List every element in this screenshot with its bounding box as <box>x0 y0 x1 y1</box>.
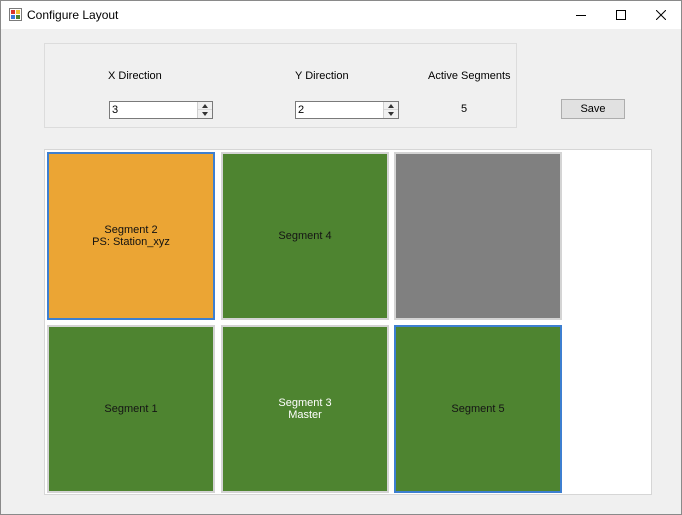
y-direction-decrement-button[interactable] <box>384 110 398 118</box>
x-direction-input[interactable] <box>111 102 196 118</box>
window-title: Configure Layout <box>27 8 119 22</box>
maximize-icon <box>616 10 626 20</box>
layout-app-icon <box>9 8 22 21</box>
arrow-down-icon <box>202 112 208 116</box>
segment-title: Segment 2 <box>104 224 158 236</box>
segment-subtitle: Master <box>288 409 322 421</box>
active-segments-value: 5 <box>461 103 468 115</box>
segment-tile[interactable]: Segment 1 <box>47 325 215 493</box>
y-direction-label: Y Direction <box>295 70 349 82</box>
x-direction-stepper[interactable] <box>109 101 213 119</box>
y-direction-input[interactable] <box>297 102 382 118</box>
segment-grid-panel: Segment 2 PS: Station_xyz Segment 4 Segm… <box>44 149 652 495</box>
y-direction-spin-buttons <box>383 102 398 118</box>
active-segments-label: Active Segments <box>428 70 511 82</box>
configure-layout-window: Configure Layout X Direction 3 Y Directi… <box>0 0 682 515</box>
minimize-icon <box>576 15 586 16</box>
arrow-down-icon <box>388 112 394 116</box>
maximize-button[interactable] <box>601 1 641 29</box>
segment-tile[interactable]: Segment 4 <box>221 152 389 320</box>
arrow-up-icon <box>388 103 394 108</box>
y-direction-increment-button[interactable] <box>384 102 398 110</box>
close-button[interactable] <box>641 1 681 29</box>
x-direction-increment-button[interactable] <box>198 102 212 110</box>
title-bar[interactable]: Configure Layout <box>1 1 681 29</box>
y-direction-stepper[interactable] <box>295 101 399 119</box>
segment-subtitle: PS: Station_xyz <box>92 236 170 248</box>
empty-segment-tile[interactable] <box>394 152 562 320</box>
segment-title: Segment 3 <box>278 397 332 409</box>
segment-title: Segment 1 <box>104 403 158 415</box>
segment-tile[interactable]: Segment 5 <box>394 325 562 493</box>
segment-tile[interactable]: Segment 2 PS: Station_xyz <box>47 152 215 320</box>
arrow-up-icon <box>202 103 208 108</box>
x-direction-decrement-button[interactable] <box>198 110 212 118</box>
segment-title: Segment 5 <box>451 403 505 415</box>
minimize-button[interactable] <box>561 1 601 29</box>
save-button[interactable]: Save <box>561 99 625 119</box>
close-icon <box>656 10 666 20</box>
segment-title: Segment 4 <box>278 230 332 242</box>
segment-tile[interactable]: Segment 3 Master <box>221 325 389 493</box>
x-direction-label: X Direction <box>108 70 162 82</box>
x-direction-spin-buttons <box>197 102 212 118</box>
